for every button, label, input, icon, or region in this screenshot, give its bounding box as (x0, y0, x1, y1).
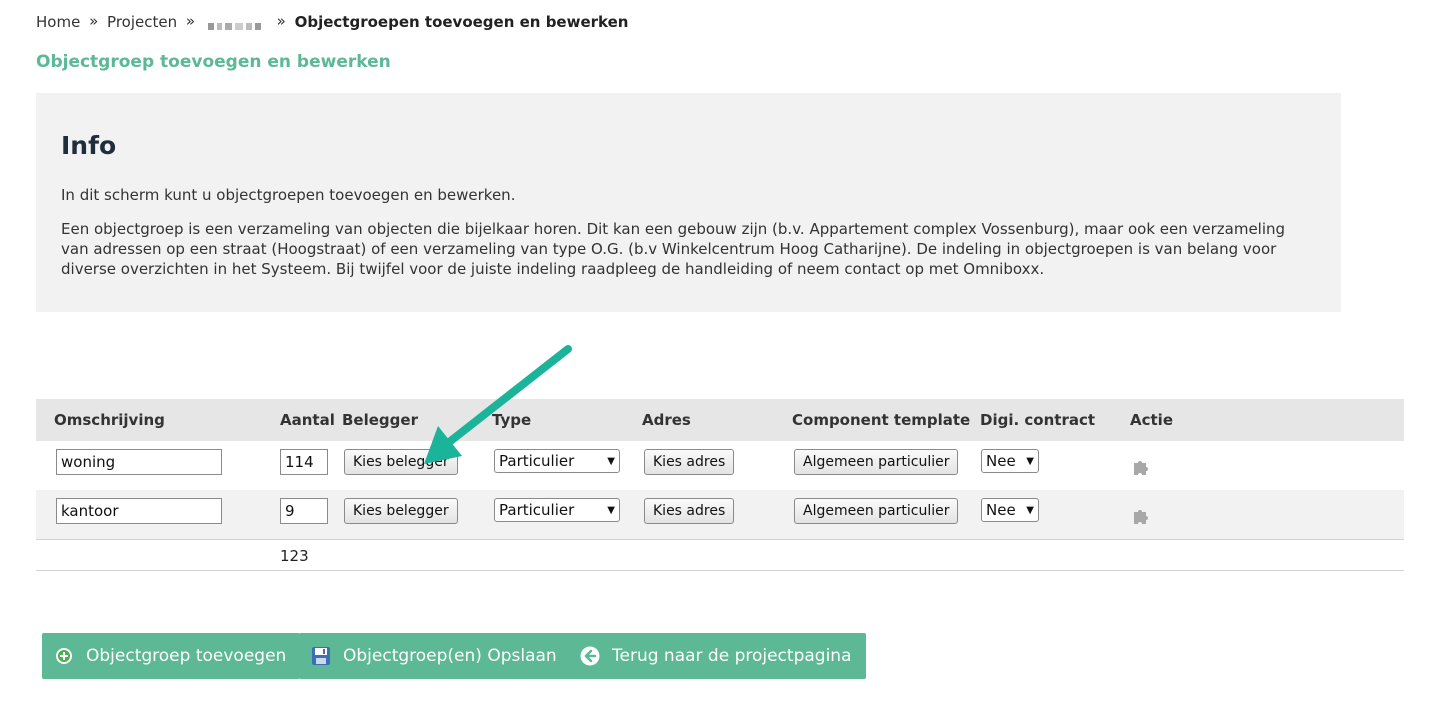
digi-contract-select-value: Nee (986, 452, 1016, 470)
header-address: Adres (642, 411, 691, 429)
chevron-down-icon: ▼ (607, 455, 615, 467)
total-count: 123 (280, 547, 309, 565)
chevron-down-icon: ▼ (607, 504, 615, 516)
digi-contract-select[interactable]: Nee ▼ (981, 498, 1039, 522)
puzzle-icon[interactable] (1131, 456, 1151, 476)
choose-address-button[interactable]: Kies adres (644, 498, 735, 524)
info-intro-text: In dit scherm kunt u objectgroepen toevo… (61, 186, 516, 204)
header-description: Omschrijving (54, 411, 165, 429)
breadcrumb-projects-link[interactable]: Projecten (107, 13, 177, 31)
totals-row: 123 (36, 539, 1404, 571)
type-select-value: Particulier (499, 452, 575, 470)
breadcrumb: Home » Projecten » » Objectgroepen toevo… (36, 12, 628, 31)
back-to-project-button[interactable]: Terug naar de projectpagina (568, 633, 866, 679)
info-panel: Info In dit scherm kunt u objectgroepen … (36, 93, 1341, 312)
breadcrumb-home-link[interactable]: Home (36, 13, 80, 31)
table-row: Kies belegger Particulier ▼ Kies adres A… (36, 441, 1404, 490)
save-objectgroups-label: Objectgroep(en) Opslaan (343, 646, 557, 666)
description-input[interactable] (56, 449, 222, 475)
table-header: Omschrijving Aantal Belegger Type Adres … (36, 399, 1404, 441)
table-row: Kies belegger Particulier ▼ Kies adres A… (36, 490, 1404, 539)
info-heading: Info (61, 131, 117, 160)
header-type: Type (492, 411, 532, 429)
page-title: Objectgroep toevoegen en bewerken (36, 52, 391, 72)
type-select[interactable]: Particulier ▼ (494, 498, 620, 522)
breadcrumb-separator: » (276, 12, 286, 30)
header-component-template: Component template (792, 411, 971, 429)
add-objectgroup-button[interactable]: Objectgroep toevoegen (42, 633, 301, 679)
back-to-project-label: Terug naar de projectpagina (612, 646, 852, 666)
puzzle-icon[interactable] (1131, 505, 1151, 525)
count-input[interactable] (280, 449, 328, 475)
digi-contract-select[interactable]: Nee ▼ (981, 449, 1039, 473)
type-select-value: Particulier (499, 501, 575, 519)
header-count: Aantal (280, 411, 335, 429)
choose-address-button[interactable]: Kies adres (644, 449, 735, 475)
header-action: Actie (1130, 411, 1173, 429)
count-input[interactable] (280, 498, 328, 524)
add-objectgroup-label: Objectgroep toevoegen (86, 646, 287, 666)
choose-investor-button[interactable]: Kies belegger (344, 449, 458, 475)
redacted-project-name[interactable] (207, 16, 264, 30)
header-investor: Belegger (342, 411, 418, 429)
save-objectgroups-button[interactable]: Objectgroep(en) Opslaan (299, 633, 571, 679)
chevron-down-icon: ▼ (1026, 504, 1034, 516)
objectgroups-table: Omschrijving Aantal Belegger Type Adres … (36, 399, 1404, 571)
description-input[interactable] (56, 498, 222, 524)
plus-circle-icon (54, 646, 74, 666)
header-digi-contract: Digi. contract (980, 411, 1096, 429)
type-select[interactable]: Particulier ▼ (494, 449, 620, 473)
breadcrumb-separator: » (185, 12, 196, 30)
choose-investor-button[interactable]: Kies belegger (344, 498, 458, 524)
breadcrumb-separator: » (89, 12, 99, 30)
floppy-disk-icon (311, 646, 331, 666)
chevron-down-icon: ▼ (1026, 455, 1034, 467)
component-template-button[interactable]: Algemeen particulier (794, 449, 959, 475)
breadcrumb-current: Objectgroepen toevoegen en bewerken (294, 12, 629, 31)
digi-contract-select-value: Nee (986, 501, 1016, 519)
component-template-button[interactable]: Algemeen particulier (794, 498, 959, 524)
arrow-left-circle-icon (580, 646, 600, 666)
info-description-text: Een objectgroep is een verzameling van o… (61, 220, 1286, 278)
